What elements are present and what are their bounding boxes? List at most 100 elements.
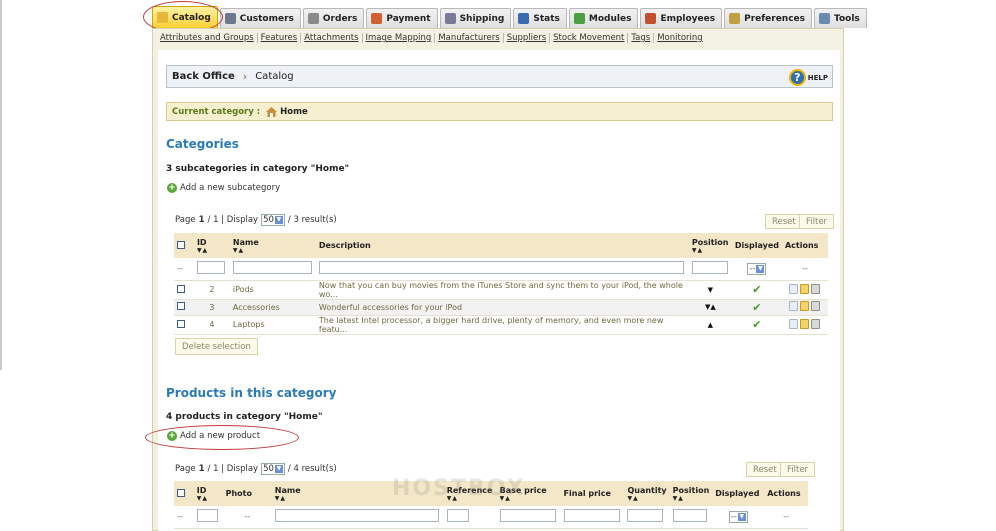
sublink-tags[interactable]: Tags [631,33,655,43]
filter-id-input[interactable] [196,509,218,523]
trash-icon[interactable] [811,301,821,311]
sort-arrows-icon[interactable]: ▼▲ [673,495,710,502]
view-icon[interactable] [789,301,799,311]
header-quantity[interactable]: Quantity ▼▲ [624,481,670,506]
sublink-image-mapping[interactable]: Image Mapping [366,33,436,43]
products-title: Products in this category [166,386,337,400]
tab-label: Customers [239,13,294,24]
header-position[interactable]: Position ▼▲ [669,481,713,506]
check-icon[interactable]: ✔ [752,301,761,314]
header-displayed: Displayed [712,481,765,506]
header-name[interactable]: Name ▼▲ [229,233,316,258]
sort-arrows-icon[interactable]: ▼▲ [197,495,220,502]
payment-icon [371,13,383,24]
add-subcategory-link[interactable]: + Add a new subcategory [167,183,280,193]
display-select[interactable]: 50 ▼ [261,463,285,475]
breadcrumb-root[interactable]: Back Office [172,71,235,82]
filter-id-input[interactable] [196,261,225,275]
reset-button[interactable]: Reset [746,462,784,477]
chevron-down-icon: ▼ [737,512,746,521]
filter-actions: -- [764,506,808,529]
select-all-checkbox[interactable] [177,488,185,497]
sublink-monitoring[interactable]: Monitoring [657,33,705,43]
table-row[interactable]: 4 Laptops The latest Intel processor, a … [174,315,828,335]
check-icon[interactable]: ✔ [752,318,761,331]
row-checkbox[interactable] [177,302,185,310]
header-id[interactable]: ID ▼▲ [193,233,230,258]
row-checkbox[interactable] [177,319,185,328]
filter-actions: -- [781,258,828,281]
sublink-stock-movement[interactable]: Stock Movement [553,33,629,43]
sublink-manufacturers[interactable]: Manufacturers [438,33,504,43]
add-icon: + [167,183,177,193]
add-subcategory-label: Add a new subcategory [180,183,281,193]
row-id: 3 [193,299,230,316]
pager-of: / 1 | Display [207,215,259,225]
filter-quantity-input[interactable] [627,509,664,523]
help-button[interactable]: ? HELP [788,69,828,86]
sublink-features[interactable]: Features [261,33,302,43]
watermark-logo: HOSTBOX [392,476,526,501]
filter-button[interactable]: Filter [780,462,816,477]
filter-displayed-select[interactable]: -- ▼ [747,262,767,275]
table-row[interactable]: 3 Accessories Wonderful accessories for … [174,299,828,316]
sort-arrows-icon[interactable]: ▼▲ [627,495,666,502]
tab-orders[interactable]: Orders [302,8,365,28]
view-icon[interactable] [789,318,799,329]
filter-reference-input[interactable] [446,509,469,523]
tab-shipping[interactable]: Shipping [439,8,512,28]
pager-results: / 4 result(s) [287,464,337,474]
current-category-link[interactable]: Home [266,106,308,117]
table-row[interactable]: 2 iPods Now that you can buy movies from… [174,280,828,300]
row-position-arrows[interactable]: ▼ [688,280,732,300]
filter-name-input[interactable] [232,261,312,275]
filter-dash: -- [174,258,194,281]
sublink-suppliers[interactable]: Suppliers [507,33,551,43]
display-select[interactable]: 50 ▼ [261,214,285,226]
sort-arrows-icon[interactable]: ▼▲ [197,247,227,254]
pager-page: 1 [198,215,205,225]
tab-label: Shipping [459,13,505,24]
tab-payment[interactable]: Payment [366,8,438,28]
tab-tools[interactable]: Tools [814,8,867,28]
filter-base-price-input[interactable] [499,509,556,523]
header-position[interactable]: Position ▼▲ [688,233,732,258]
tab-employees[interactable]: Employees [640,8,723,28]
tab-label: Stats [533,13,560,24]
row-checkbox[interactable] [177,284,185,293]
view-icon[interactable] [789,283,799,294]
chevron-right-icon: › [242,70,248,83]
trash-icon[interactable] [811,283,821,294]
sort-arrows-icon[interactable]: ▼▲ [233,247,313,254]
row-position-arrows[interactable]: ▲ [688,315,732,335]
tab-customers[interactable]: Customers [219,8,301,28]
trash-icon[interactable] [811,318,821,329]
tab-label: Payment [386,13,431,24]
check-icon[interactable]: ✔ [752,283,761,296]
breadcrumb: Back Office › Catalog ? HELP [166,65,833,88]
filter-position-input[interactable] [691,261,728,275]
edit-icon[interactable] [800,301,810,311]
delete-selection-button[interactable]: Delete selection [175,338,258,355]
tab-stats[interactable]: Stats [513,8,567,28]
select-all-checkbox[interactable] [177,240,185,249]
filter-button[interactable]: Filter [799,214,835,229]
filter-displayed-select[interactable]: -- ▼ [728,510,748,523]
row-position-arrows[interactable]: ▼▲ [688,299,732,316]
filter-name-input[interactable] [274,509,439,523]
row-name: Accessories [229,299,316,316]
edit-icon[interactable] [800,318,810,329]
header-id[interactable]: ID ▼▲ [193,481,223,506]
filter-description-input[interactable] [318,261,684,275]
edit-icon[interactable] [800,283,810,294]
filter-row: -- -- -- ▼ -- [174,506,808,529]
filter-position-input[interactable] [672,509,707,523]
header-actions: Actions [781,233,828,258]
sort-arrows-icon[interactable]: ▼▲ [692,247,729,254]
tab-preferences[interactable]: Preferences [724,8,813,28]
sublink-attributes[interactable]: Attributes and Groups [160,33,258,43]
filter-final-price-input[interactable] [563,509,620,523]
sublink-attachments[interactable]: Attachments [304,33,363,43]
reset-button[interactable]: Reset [765,214,803,229]
tab-modules[interactable]: Modules [568,8,639,28]
